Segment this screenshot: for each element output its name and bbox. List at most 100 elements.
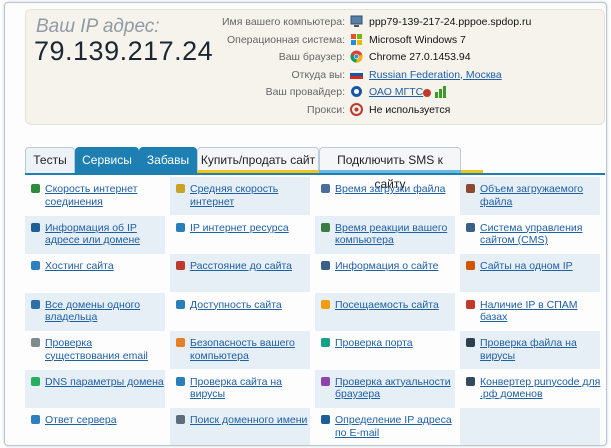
file-size-icon: [466, 184, 475, 193]
service-cell: Проверка порта: [315, 331, 455, 369]
russia-flag-icon: [350, 69, 363, 79]
provider-link[interactable]: ОАО МГТС: [369, 84, 423, 100]
service-link[interactable]: Информация о сайте: [335, 260, 457, 273]
tab-services[interactable]: Сервисы: [75, 147, 139, 173]
service-cell: Наличие IP в СПАМ базах: [460, 293, 600, 331]
site-virus-icon: [176, 376, 185, 386]
provider-icon: [351, 86, 362, 97]
service-cell: Сайты на одном IP: [460, 254, 600, 292]
dns-icon: [31, 376, 40, 386]
service-link[interactable]: Средняя скорость интернет: [190, 183, 312, 208]
info-label: Операционная система:: [226, 33, 345, 46]
network-icon: [466, 261, 475, 270]
service-link[interactable]: Скорость интернет соединения: [45, 183, 167, 208]
service-cell: Ответ сервера: [25, 408, 167, 445]
service-link[interactable]: Время загрузки файла: [335, 183, 457, 196]
service-cell: Время реакции вашего компьютера: [315, 215, 457, 254]
service-cell: Скорость интернет соединения: [25, 177, 165, 215]
info-row-provider: Ваш провайдер: ОАО МГТС: [171, 84, 601, 102]
service-cell: Проверка сайта на вирусы: [170, 370, 310, 408]
service-cell: Объем загружаемого файла: [460, 177, 600, 215]
ip-info-panel: Ваш IP адрес: 79.139.217.24 Имя вашего к…: [25, 9, 605, 125]
connection-info: Имя вашего компьютера: ppp79-139-217-24.…: [171, 14, 601, 119]
service-link[interactable]: Посещаемость сайта: [335, 299, 457, 312]
ip-icon: [31, 222, 40, 232]
file-virus-icon: [466, 338, 475, 347]
section-tabs: Тесты Сервисы Забавы Купить/продать сайт…: [25, 147, 483, 191]
domains-icon: [31, 299, 40, 309]
service-cell: Время загрузки файла: [315, 177, 455, 215]
service-cell: Система управления сайтом (CMS): [460, 216, 600, 254]
star-icon: [321, 299, 330, 309]
email-ip-icon: [321, 415, 330, 424]
service-link[interactable]: Проверка актуальности браузера: [335, 376, 457, 401]
service-link[interactable]: Все домены одного владельца: [45, 299, 167, 324]
service-cell: Все домены одного владельца: [25, 292, 167, 331]
port-icon: [321, 338, 330, 347]
info-label: Ваш браузер:: [278, 51, 345, 63]
service-link[interactable]: Доступность сайта: [190, 299, 312, 312]
domain-search-icon: [176, 415, 185, 424]
tab-fun[interactable]: Забавы: [139, 147, 197, 173]
cms-icon: [466, 222, 475, 232]
service-cell: Проверка существования email: [25, 331, 165, 369]
service-cell: Посещаемость сайта: [315, 292, 457, 331]
service-link[interactable]: Безопасность вашего компьютера: [190, 337, 312, 362]
service-link[interactable]: Проверка существования email: [45, 337, 167, 362]
server-response-icon: [31, 415, 40, 424]
service-link[interactable]: Время реакции вашего компьютера: [335, 222, 457, 247]
service-link[interactable]: DNS параметры домена: [45, 376, 167, 389]
service-cell: Доступность сайта: [170, 293, 310, 331]
service-cell: DNS параметры домена: [25, 369, 167, 408]
service-link[interactable]: Система управления сайтом (CMS): [480, 222, 602, 247]
service-link[interactable]: Поиск доменного имени: [190, 414, 312, 427]
info-row-browser: Ваш браузер: Chrome 27.0.1453.94: [171, 49, 601, 67]
info-value: Microsoft Windows 7: [369, 33, 466, 46]
service-link[interactable]: Расстояние до сайта: [190, 260, 312, 273]
empty-cell: [460, 408, 600, 445]
info-label: Прокси:: [307, 103, 345, 116]
services-grid: Скорость интернет соединения Средняя скор…: [25, 173, 605, 445]
tab-tests[interactable]: Тесты: [25, 147, 75, 173]
service-cell: Расстояние до сайта: [170, 254, 310, 292]
service-link[interactable]: Ответ сервера: [45, 414, 167, 427]
browser-check-icon: [321, 376, 330, 386]
info-row-computer: Имя вашего компьютера: ppp79-139-217-24.…: [171, 14, 601, 32]
info-value: Chrome 27.0.1453.94: [369, 51, 471, 63]
info-label: Имя вашего компьютера:: [222, 16, 345, 28]
chrome-icon: [350, 50, 363, 63]
ip-title: Ваш IP адрес:: [36, 16, 160, 37]
location-link[interactable]: Russian Federation, Москва: [369, 67, 502, 83]
info-row-proxy: Прокси: Не используется: [171, 102, 601, 120]
service-link[interactable]: IP интернет ресурса: [190, 222, 312, 235]
info-row-os: Операционная система: Microsoft Windows …: [171, 32, 601, 50]
service-link[interactable]: Наличие IP в СПАМ базах: [480, 299, 602, 324]
service-link[interactable]: Определение IP адреса по E-mail: [335, 414, 457, 439]
info-label: Ваш провайдер:: [265, 86, 345, 98]
service-cell: Проверка файла на вирусы: [460, 331, 600, 369]
service-link[interactable]: Конвертер punycode для .рф доменов: [480, 376, 602, 401]
service-link[interactable]: Проверка сайта на вирусы: [190, 376, 312, 401]
info-value: Не используется: [369, 103, 451, 116]
service-cell: Информация о сайте: [315, 254, 455, 292]
service-link[interactable]: Информация об IP адресе или домене: [45, 222, 167, 247]
info-row-location: Откуда вы: Russian Federation, Москва: [171, 67, 601, 85]
service-cell: Поиск доменного имени: [170, 408, 312, 445]
service-cell: Проверка актуальности браузера: [315, 369, 457, 408]
spam-icon: [466, 299, 475, 309]
service-link[interactable]: Хостинг сайта: [45, 260, 167, 273]
service-link[interactable]: Сайты на одном IP: [480, 260, 602, 273]
speed-arrow-icon: [31, 184, 40, 193]
reaction-icon: [321, 222, 330, 232]
info-value: ppp79-139-217-24.pppoe.spdop.ru: [369, 16, 532, 28]
service-link[interactable]: Проверка порта: [335, 337, 457, 350]
service-link[interactable]: Проверка файла на вирусы: [480, 337, 602, 362]
computer-icon: [350, 15, 363, 27]
service-cell: Определение IP адреса по E-mail: [315, 408, 457, 445]
service-link[interactable]: Объем загружаемого файла: [480, 183, 602, 208]
info-page-icon: [321, 261, 330, 270]
bars-icon: [176, 184, 185, 193]
service-cell: Конвертер punycode для .рф доменов: [460, 370, 600, 408]
main-frame: Ваш IP адрес: 79.139.217.24 Имя вашего к…: [4, 2, 607, 446]
email-icon: [31, 338, 40, 347]
